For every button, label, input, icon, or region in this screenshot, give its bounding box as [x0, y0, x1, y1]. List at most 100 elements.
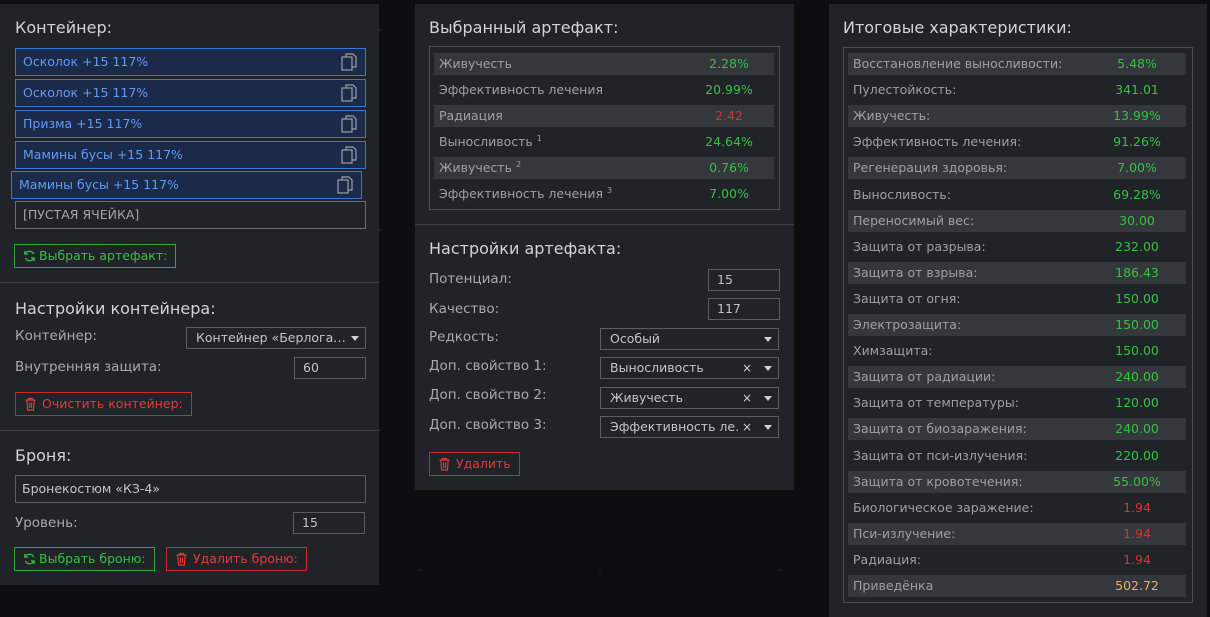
- empty-slot[interactable]: [ПУСТАЯ ЯЧЕЙКА]: [15, 201, 366, 229]
- stat-value: 150.00: [1115, 290, 1159, 306]
- stat-value: 91.26%: [1113, 134, 1161, 150]
- slot-label: [ПУСТАЯ ЯЧЕЙКА]: [23, 207, 140, 222]
- artifact-slot-5[interactable]: Мамины бусы +15 117%: [11, 171, 362, 199]
- artifact-slot-1[interactable]: Осколок +15 117%: [15, 48, 366, 76]
- stat-name-text: Приведёнка: [853, 578, 934, 593]
- stat-name: Приведёнка: [853, 575, 933, 597]
- level-input[interactable]: 15: [293, 512, 365, 534]
- extra-property-2-select[interactable]: Живучесть ×: [600, 387, 779, 409]
- stat-value: 341.01: [1115, 82, 1159, 98]
- stat-name-text: Выносливость: [439, 134, 533, 149]
- clear-icon[interactable]: ×: [738, 417, 752, 437]
- container-title: Контейнер:: [15, 18, 113, 37]
- stat-row: Переносимый вес: 30.00: [848, 209, 1186, 232]
- stat-value: 55.00%: [1113, 473, 1161, 489]
- artifact-slot-2[interactable]: Осколок +15 117%: [15, 79, 366, 107]
- stat-name-text: Радиация: [439, 108, 503, 123]
- middle-panel: Выбранный артефакт: Живучесть 2.28% Эффект…: [415, 4, 794, 490]
- stat-name-text: Живучесть: [439, 160, 512, 175]
- trash-icon: [439, 457, 450, 471]
- artifact-slot-4[interactable]: Мамины бусы +15 117%: [15, 141, 366, 169]
- stat-name: Живучесть:: [853, 105, 930, 127]
- stat-name: Выносливость:: [853, 184, 951, 206]
- artifact-slot-3[interactable]: Призма +15 117%: [15, 110, 366, 138]
- stat-value: 186.43: [1115, 264, 1159, 280]
- stat-name-text: Защита от биозаражения:: [853, 421, 1027, 437]
- select-value: Особый: [610, 331, 661, 346]
- stat-name: Защита от взрыва:: [853, 262, 977, 284]
- delete-armor-button[interactable]: Удалить броню:: [166, 547, 307, 571]
- stat-row: Пулестойкость: 341.01: [848, 79, 1186, 101]
- trash-icon: [176, 552, 187, 566]
- stat-value: 1.94: [1123, 525, 1151, 541]
- stat-row: Защита от взрыва: 186.43: [848, 261, 1186, 284]
- level-label: Уровень:: [15, 515, 78, 531]
- stat-value: 150.00: [1115, 343, 1159, 359]
- slot-label: Мамины бусы +15 117%: [23, 147, 183, 162]
- stat-row: Защита от огня: 150.00: [848, 288, 1186, 310]
- stat-name-text: Защита от радиации:: [853, 369, 996, 385]
- button-label: Очистить контейнер:: [42, 396, 183, 411]
- stat-name-text: Защита от пси-излучения:: [853, 447, 1028, 463]
- button-label: Выбрать артефакт:: [39, 248, 168, 263]
- stat-value: 7.00%: [709, 186, 749, 201]
- stat-value: 2.28%: [709, 56, 749, 71]
- stat-name: Эффективность лечения: [439, 79, 603, 101]
- extra-property-3-label: Доп. свойство 3:: [429, 417, 547, 433]
- stat-name-text: Переносимый вес:: [853, 212, 975, 228]
- artifact-settings-title: Настройки артефакта:: [429, 239, 622, 258]
- select-armor-button[interactable]: Выбрать броню:: [14, 547, 155, 571]
- stat-value: 232.00: [1115, 238, 1159, 254]
- refresh-icon: [24, 553, 35, 565]
- copy-icon[interactable]: [341, 115, 357, 133]
- armor-field[interactable]: Бронекостюм «КЗ-4»: [15, 475, 366, 503]
- clear-container-button[interactable]: Очистить контейнер:: [15, 392, 192, 416]
- copy-icon[interactable]: [341, 84, 357, 102]
- stat-name-text: Радиация:: [853, 551, 921, 567]
- stat-footnote: 2: [515, 160, 522, 169]
- divider: [415, 224, 794, 225]
- stat-value: 240.00: [1115, 421, 1159, 437]
- stat-row: Биологическое заражение: 1.94: [848, 497, 1186, 519]
- stat-name-text: Живучесть: [439, 56, 512, 71]
- rarity-label: Редкость:: [429, 329, 499, 345]
- slot-label: Призма +15 117%: [23, 116, 143, 131]
- potential-input[interactable]: 15: [708, 269, 780, 291]
- divider: [0, 430, 379, 431]
- stat-value: 502.72: [1115, 578, 1159, 593]
- trash-icon: [25, 397, 36, 411]
- select-artifact-button[interactable]: Выбрать артефакт:: [14, 244, 177, 268]
- copy-icon[interactable]: [337, 176, 353, 194]
- stat-value: 120.00: [1115, 395, 1159, 411]
- copy-icon[interactable]: [341, 146, 357, 164]
- copy-icon[interactable]: [341, 53, 357, 71]
- clear-icon[interactable]: ×: [738, 358, 752, 378]
- internal-protection-input[interactable]: 60: [294, 357, 366, 379]
- stat-name: Радиация:: [853, 549, 921, 571]
- selected-artifact-title: Выбранный артефакт:: [429, 18, 619, 37]
- quality-input[interactable]: 117: [708, 298, 780, 320]
- potential-label: Потенциал:: [429, 271, 512, 287]
- stat-row: Защита от пси-излучения: 220.00: [848, 445, 1186, 467]
- stat-name: Пси-излучение:: [853, 523, 955, 545]
- stat-value: 30.00: [1119, 212, 1155, 228]
- stat-name: Защита от кровотечения:: [853, 471, 1023, 493]
- stat-row: Защита от биозаражения: 240.00: [848, 418, 1186, 441]
- extra-property-3-select[interactable]: Эффективность ле… ×: [600, 416, 779, 438]
- stat-name-text: Защита от кровотечения:: [853, 473, 1023, 489]
- clear-icon[interactable]: ×: [738, 388, 752, 408]
- chevron-down-icon: [764, 337, 772, 342]
- stat-value: 24.64%: [705, 134, 753, 149]
- stat-row: Живучесть 2.28%: [434, 53, 774, 75]
- rarity-select[interactable]: Особый: [600, 328, 779, 350]
- slot-label: Мамины бусы +15 117%: [19, 177, 179, 192]
- stat-name: Защита от разрыва:: [853, 236, 986, 258]
- stat-value: 7.00%: [1117, 160, 1157, 176]
- extra-property-1-select[interactable]: Выносливость ×: [600, 357, 779, 379]
- stat-name-text: Выносливость:: [853, 186, 951, 202]
- stat-value: 69.28%: [1113, 186, 1161, 202]
- stat-row: Живучесть: 13.99%: [848, 105, 1186, 128]
- container-select[interactable]: Контейнер «Берлога…: [186, 327, 366, 349]
- delete-artifact-button[interactable]: Удалить: [429, 452, 520, 476]
- stat-name-text: Пси-излучение:: [853, 525, 956, 541]
